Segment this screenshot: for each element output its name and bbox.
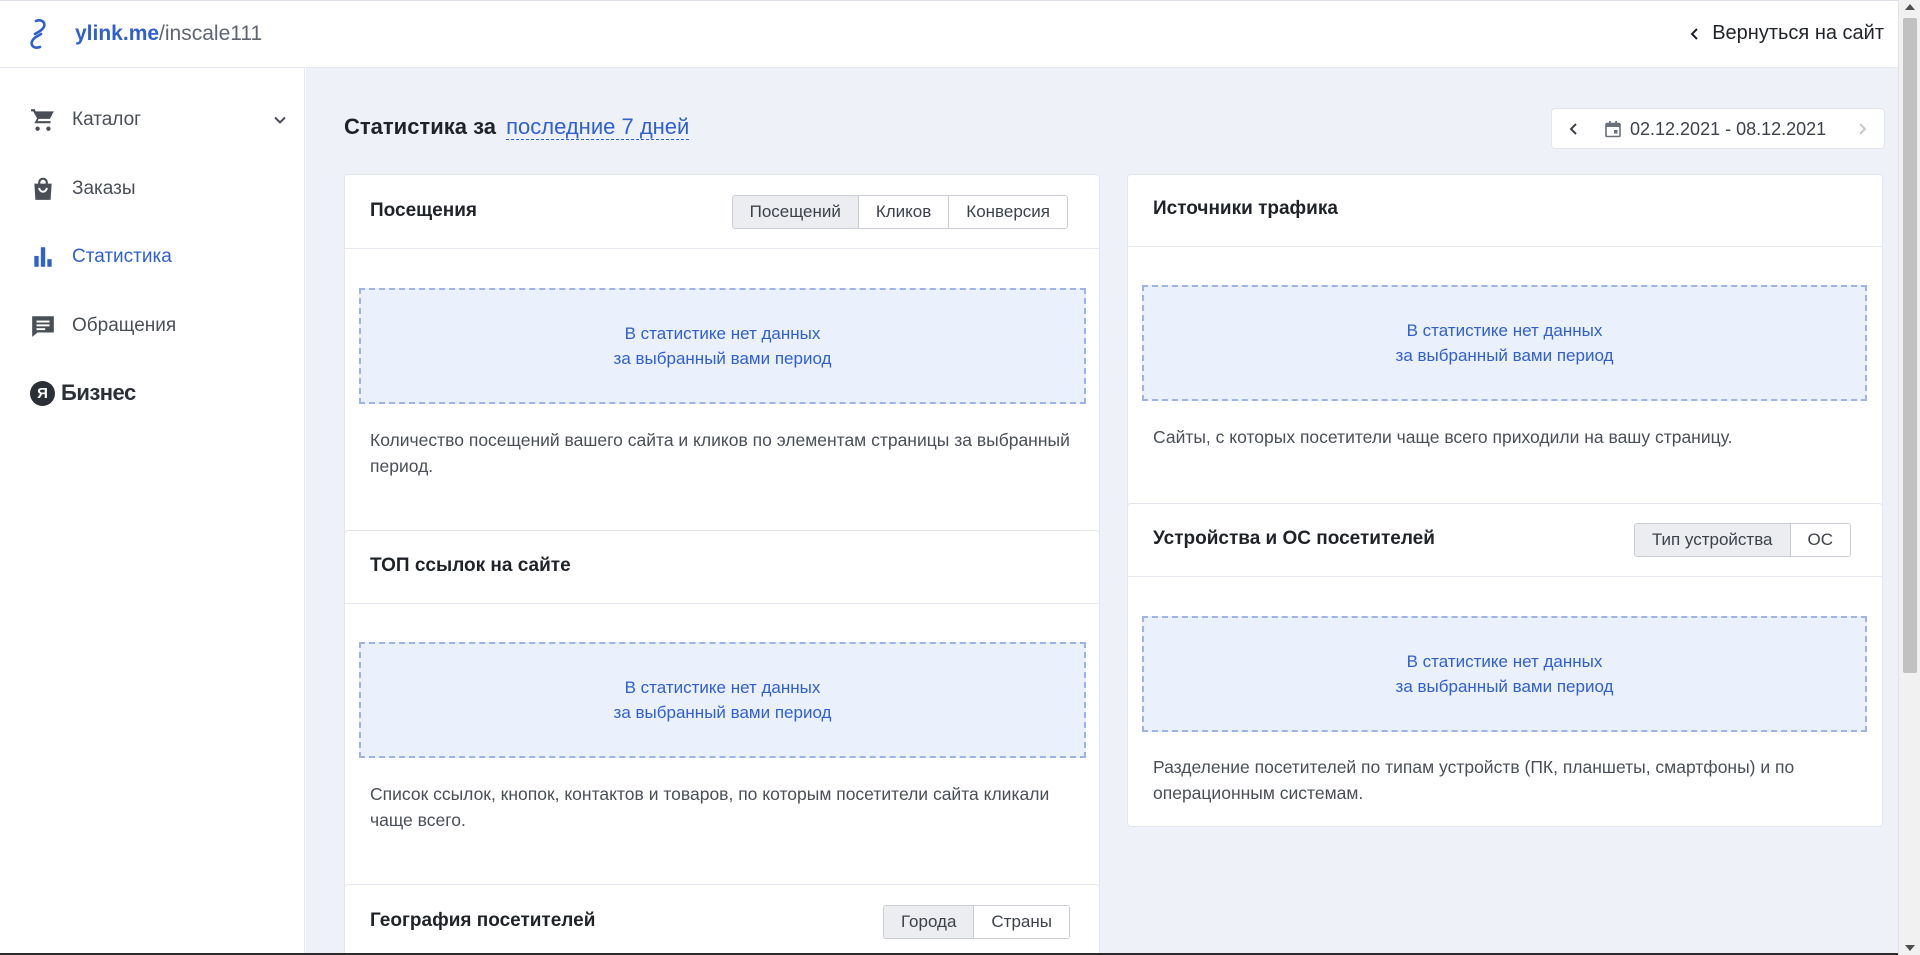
devices-card-header: Устройства и ОС посетителей Тип устройст…	[1128, 504, 1882, 577]
sidebar: Каталог Заказы Статистика Обращения Я Би…	[0, 68, 305, 955]
empty-state-line-2: за выбранный вами период	[613, 703, 832, 722]
page-scrollbar[interactable]	[1898, 0, 1920, 955]
visits-empty-state: В статистике нет данных за выбранный вам…	[359, 288, 1086, 404]
traffic-sources-card: Источники трафика В статистике нет данны…	[1127, 174, 1883, 539]
top-links-card-title: ТОП ссылок на сайте	[370, 555, 571, 576]
empty-state-line-1: В статистике нет данных	[624, 324, 821, 343]
visits-metric-toggle: Посещений Кликов Конверсия	[731, 195, 1068, 229]
sidebar-item-label: Обращения	[72, 315, 177, 336]
scrollbar-thumb[interactable]	[1903, 18, 1917, 673]
period-selector[interactable]: последние 7 дней	[506, 114, 690, 140]
sidebar-item-statistics[interactable]: Статистика	[0, 229, 305, 285]
tab-conversion[interactable]: Конверсия	[948, 196, 1067, 228]
bar-chart-icon	[34, 247, 52, 267]
empty-state-line-2: за выбранный вами период	[613, 349, 832, 368]
devices-toggle: Тип устройства ОС	[1633, 523, 1851, 557]
tab-cities[interactable]: Города	[883, 906, 974, 938]
empty-state-line-1: В статистике нет данных	[1406, 652, 1603, 671]
sidebar-item-label: Статистика	[72, 246, 172, 267]
devices-empty-state: В статистике нет данных за выбранный вам…	[1142, 616, 1867, 732]
tab-clicks[interactable]: Кликов	[857, 196, 949, 228]
visits-card-title: Посещения	[370, 200, 477, 221]
visits-card: Посещения Посещений Кликов Конверсия В с…	[344, 174, 1100, 566]
traffic-sources-empty-state: В статистике нет данных за выбранный вам…	[1142, 285, 1867, 401]
geography-toggle: Города Страны	[882, 905, 1070, 939]
devices-description: Разделение посетителей по типам устройст…	[1153, 757, 1795, 803]
top-links-card: ТОП ссылок на сайте В статистике нет дан…	[344, 530, 1100, 920]
sidebar-item-label: Заказы	[72, 178, 136, 199]
empty-state-line-2: за выбранный вами период	[1395, 346, 1614, 365]
site-domain: ylink.me	[75, 22, 160, 45]
tab-os[interactable]: ОС	[1789, 524, 1850, 556]
yandex-business-logo[interactable]: Я Бизнес	[30, 380, 136, 406]
cart-icon	[31, 109, 54, 131]
geography-card: География посетителей Города Страны	[344, 884, 1100, 955]
date-range-value: 02.12.2021 - 08.12.2021	[1630, 119, 1827, 139]
tab-visits[interactable]: Посещений	[732, 196, 858, 228]
devices-card-title: Устройства и ОС посетителей	[1153, 528, 1435, 549]
business-wordmark: Бизнес	[61, 380, 136, 405]
geography-card-title: География посетителей	[370, 910, 596, 931]
empty-state-line-1: В статистике нет данных	[1406, 321, 1603, 340]
top-links-description: Список ссылок, кнопок, контактов и товар…	[370, 784, 1050, 830]
top-links-empty-state: В статистике нет данных за выбранный вам…	[359, 642, 1086, 758]
tab-countries[interactable]: Страны	[973, 906, 1069, 938]
tab-device-type[interactable]: Тип устройства	[1634, 524, 1790, 556]
chain-link-logo-icon[interactable]	[24, 17, 52, 51]
scroll-up-arrow-icon[interactable]	[1905, 4, 1915, 10]
page-title: Статистика за последние 7 дней	[344, 114, 690, 140]
traffic-sources-description: Сайты, с которых посетители чаще всего п…	[1153, 427, 1733, 447]
traffic-sources-card-title: Источники трафика	[1153, 198, 1338, 219]
geography-card-header: География посетителей Города Страны	[345, 885, 1099, 955]
site-address[interactable]: ylink.me/inscale111	[75, 22, 262, 46]
sidebar-item-orders[interactable]: Заказы	[0, 161, 305, 217]
main-content: Статистика за последние 7 дней 02.12.202…	[306, 68, 1898, 955]
top-bar: ylink.me/inscale111 Вернуться на сайт	[0, 0, 1898, 68]
back-to-site-link[interactable]: Вернуться на сайт	[1688, 22, 1884, 45]
calendar-icon	[1605, 121, 1621, 138]
empty-state-line-1: В статистике нет данных	[624, 678, 821, 697]
top-links-card-header: ТОП ссылок на сайте	[345, 531, 1099, 604]
scroll-down-arrow-icon[interactable]	[1905, 945, 1915, 951]
chevron-right-icon[interactable]	[1854, 121, 1870, 137]
traffic-sources-card-header: Источники трафика	[1128, 175, 1882, 247]
sidebar-item-label: Каталог	[72, 109, 142, 130]
date-range-picker[interactable]: 02.12.2021 - 08.12.2021	[1551, 108, 1885, 149]
back-to-site-label: Вернуться на сайт	[1712, 22, 1884, 44]
site-username: inscale111	[164, 22, 263, 45]
yandex-mark: Я	[30, 380, 55, 406]
chevron-left-icon	[1690, 27, 1698, 40]
chat-icon	[32, 316, 54, 337]
chevron-down-icon[interactable]	[272, 112, 288, 128]
visits-description: Количество посещений вашего сайта и клик…	[370, 430, 1070, 476]
devices-card: Устройства и ОС посетителей Тип устройст…	[1127, 503, 1883, 827]
chevron-left-icon[interactable]	[1566, 121, 1582, 137]
sidebar-item-appeals[interactable]: Обращения	[0, 298, 305, 354]
shopping-bag-icon	[34, 177, 52, 200]
sidebar-item-catalog[interactable]: Каталог	[0, 92, 305, 148]
empty-state-line-2: за выбранный вами период	[1395, 677, 1614, 696]
visits-card-header: Посещения Посещений Кликов Конверсия	[345, 175, 1099, 249]
page-title-prefix: Статистика за	[344, 114, 496, 139]
